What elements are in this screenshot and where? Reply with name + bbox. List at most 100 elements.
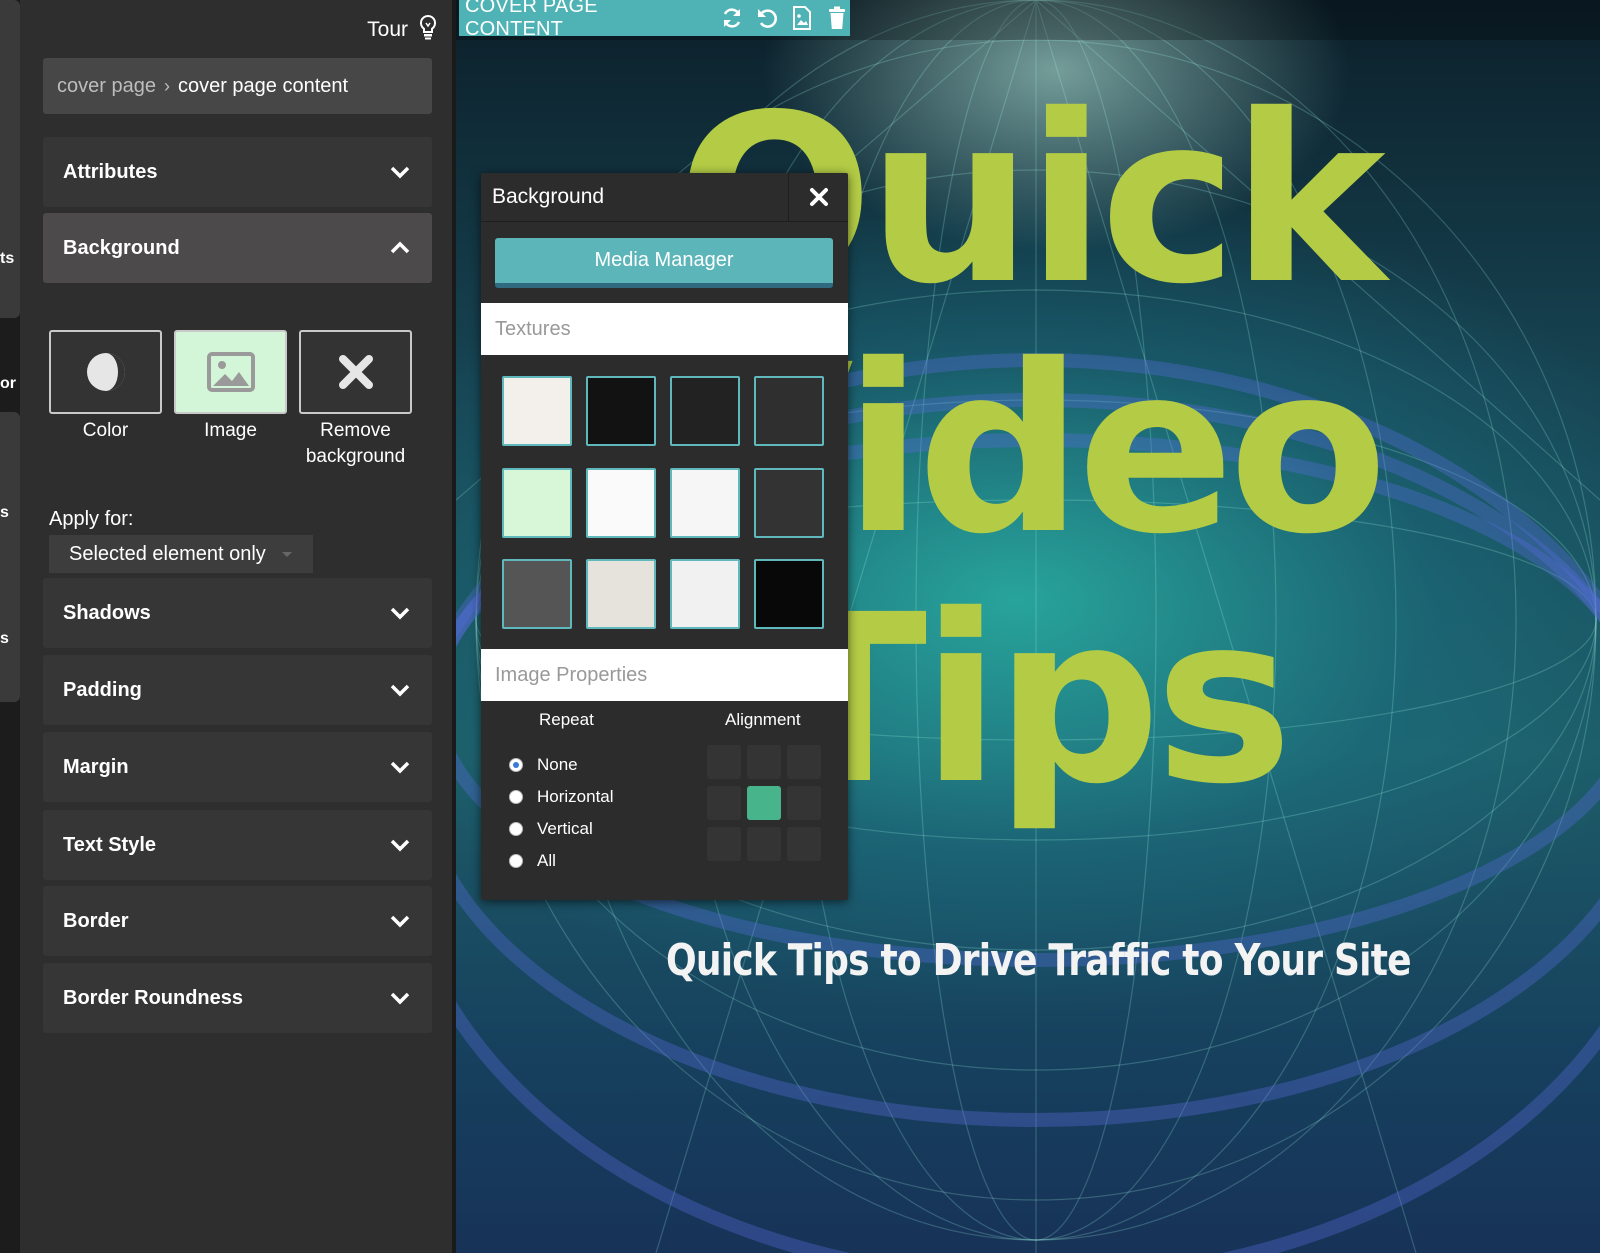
repeat-option-label: Horizontal	[537, 787, 614, 806]
rail-label: ts	[0, 250, 15, 267]
alignment-bottom-left[interactable]	[707, 827, 741, 861]
radio-button[interactable]	[509, 854, 523, 868]
chevron-down-icon	[390, 607, 410, 620]
element-toolbar-title: COVER PAGE CONTENT	[465, 0, 598, 40]
chevron-down-icon	[390, 992, 410, 1005]
breadcrumb-parent[interactable]: cover page	[57, 75, 156, 98]
image-option-box[interactable]	[174, 330, 287, 414]
image-file-icon[interactable]	[789, 5, 814, 31]
color-option-box[interactable]	[49, 330, 162, 414]
background-popup: Background Media Manager Textures Image …	[481, 173, 848, 900]
popup-close-button[interactable]	[788, 173, 848, 221]
remove-option-label: Remove background	[305, 420, 406, 467]
alignment-bottom-right[interactable]	[787, 827, 821, 861]
apply-for-label: Apply for:	[49, 508, 134, 530]
rail-tab[interactable]	[0, 0, 20, 318]
radio-button[interactable]	[509, 758, 523, 772]
texture-swatch[interactable]	[586, 559, 656, 629]
section-label: Border	[63, 909, 129, 932]
texture-swatch[interactable]	[502, 559, 572, 629]
section-padding[interactable]: Padding	[43, 655, 432, 725]
remove-option-box[interactable]	[299, 330, 412, 414]
image-option-label: Image	[204, 420, 257, 441]
close-icon	[338, 355, 373, 389]
section-border[interactable]: Border	[43, 886, 432, 956]
chevron-up-icon	[390, 241, 410, 254]
repeat-option-horizontal[interactable]: Horizontal	[509, 787, 614, 807]
contrast-icon	[86, 353, 125, 391]
tour-label: Tour	[367, 18, 408, 41]
chevron-down-icon	[390, 684, 410, 697]
lightbulb-icon	[418, 14, 438, 46]
rail-label: or	[0, 375, 16, 392]
texture-swatch[interactable]	[754, 559, 824, 629]
section-shadows[interactable]: Shadows	[43, 578, 432, 648]
hero-subtitle[interactable]: Quick Tips to Drive Traffic to Your Site	[666, 935, 1412, 986]
radio-button[interactable]	[509, 822, 523, 836]
chevron-down-icon	[390, 166, 410, 179]
alignment-middle-right[interactable]	[787, 786, 821, 820]
section-attributes[interactable]: Attributes	[43, 137, 432, 207]
remove-background-option[interactable]: Remove background	[299, 330, 412, 470]
section-label: Shadows	[63, 601, 151, 624]
tour-button[interactable]: Tour	[367, 14, 438, 46]
close-icon	[809, 188, 828, 206]
texture-swatch[interactable]	[754, 376, 824, 446]
color-option-label: Color	[82, 420, 129, 441]
texture-swatch[interactable]	[670, 468, 740, 538]
alignment-heading: Alignment	[725, 710, 801, 729]
alignment-middle-left[interactable]	[707, 786, 741, 820]
refresh-icon[interactable]	[719, 5, 744, 31]
chevron-down-icon	[390, 839, 410, 852]
alignment-top-right[interactable]	[787, 745, 821, 779]
repeat-option-vertical[interactable]: Vertical	[509, 819, 593, 839]
media-manager-button[interactable]: Media Manager	[495, 238, 833, 288]
texture-swatch[interactable]	[502, 468, 572, 538]
left-rail: ts or s s	[0, 0, 20, 1253]
alignment-center[interactable]	[747, 786, 781, 820]
texture-swatch[interactable]	[586, 468, 656, 538]
section-text-style[interactable]: Text Style	[43, 810, 432, 880]
texture-swatch[interactable]	[670, 376, 740, 446]
section-label: Margin	[63, 755, 129, 778]
repeat-option-all[interactable]: All	[509, 851, 556, 871]
trash-icon[interactable]	[825, 5, 850, 31]
repeat-option-none[interactable]: None	[509, 755, 578, 775]
section-label: Border Roundness	[63, 986, 244, 1009]
texture-swatch[interactable]	[586, 376, 656, 446]
section-margin[interactable]: Margin	[43, 732, 432, 802]
caret-down-icon	[281, 551, 292, 557]
section-background[interactable]: Background	[43, 213, 432, 283]
repeat-option-label: None	[537, 755, 578, 774]
chevron-down-icon	[390, 761, 410, 774]
section-label: Background	[63, 236, 180, 259]
image-properties-header: Image Properties	[481, 649, 848, 701]
image-icon	[206, 352, 255, 392]
background-image-option[interactable]: Image	[174, 330, 287, 470]
section-border-roundness[interactable]: Border Roundness	[43, 963, 432, 1033]
section-label: Attributes	[63, 160, 158, 183]
texture-swatch[interactable]	[502, 376, 572, 446]
apply-for-value: Selected element only	[69, 542, 266, 565]
rail-label: s	[0, 504, 9, 521]
texture-swatch[interactable]	[754, 468, 824, 538]
breadcrumb: cover page › cover page content	[43, 58, 432, 114]
radio-button[interactable]	[509, 790, 523, 804]
breadcrumb-current: cover page content	[177, 74, 349, 97]
textures-header: Textures	[481, 303, 848, 355]
undo-icon[interactable]	[754, 5, 779, 31]
texture-swatch[interactable]	[670, 559, 740, 629]
repeat-option-label: All	[537, 851, 556, 870]
alignment-top-left[interactable]	[707, 745, 741, 779]
rail-tab[interactable]	[0, 412, 20, 702]
chevron-right-icon: ›	[163, 75, 170, 96]
alignment-top-center[interactable]	[747, 745, 781, 779]
chevron-down-icon	[390, 915, 410, 928]
background-color-option[interactable]: Color	[49, 330, 162, 470]
alignment-bottom-center[interactable]	[747, 827, 781, 861]
rail-label: s	[0, 630, 9, 647]
apply-for-select[interactable]: Selected element only	[49, 535, 313, 573]
sidebar: Tour cover page › cover page content Att…	[20, 0, 456, 1253]
popup-title: Background	[492, 185, 605, 208]
popup-divider	[481, 221, 848, 222]
